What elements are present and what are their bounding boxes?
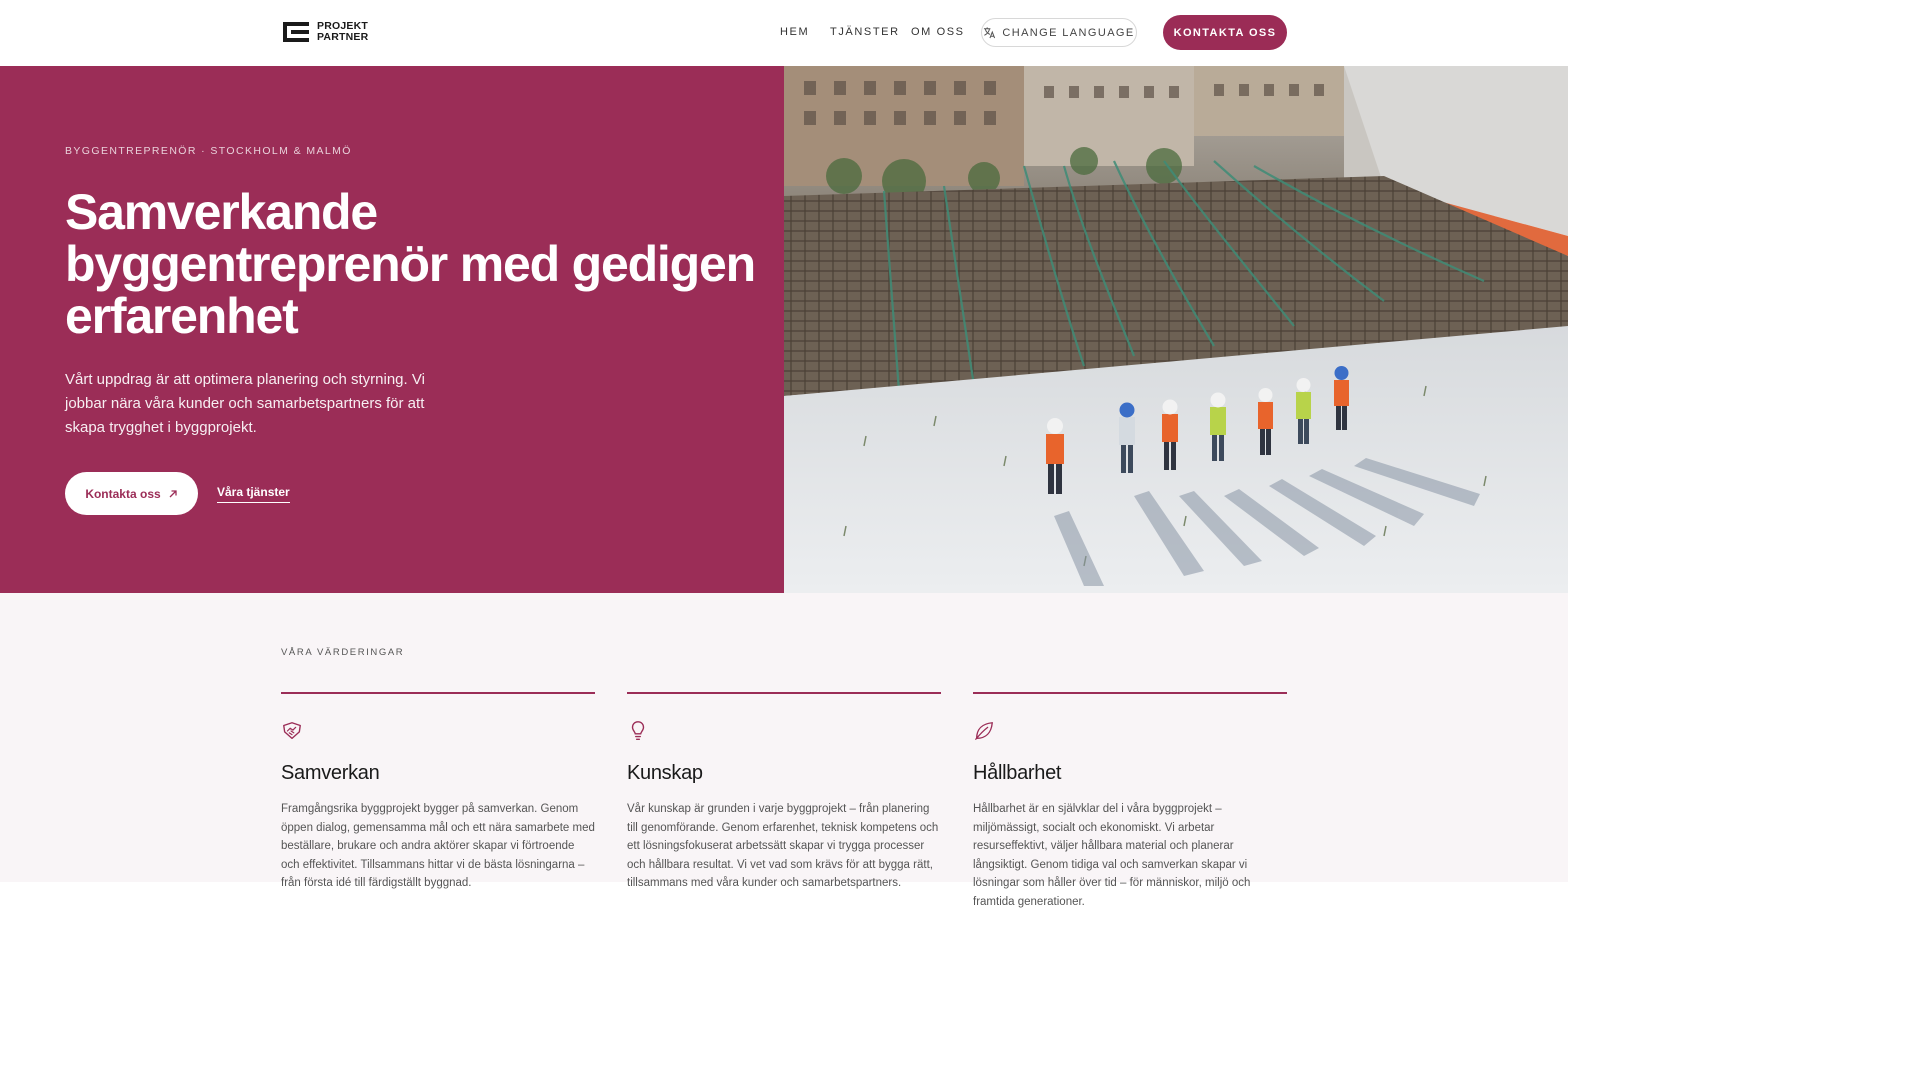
nav-link-om-oss[interactable]: OM OSS (911, 26, 965, 38)
values-section: VÅRA VÄRDERINGAR Samverkan Framgångsrika… (0, 593, 1568, 908)
hero-text: Vårt uppdrag är att optimera planering o… (65, 371, 425, 436)
value-card-kunskap: Kunskap Vår kunskap är grunden i varje b… (627, 692, 941, 889)
logo-mark-icon (283, 22, 309, 42)
nav-link-hem[interactable]: HEM (780, 26, 809, 38)
value-title: Samverkan (281, 762, 380, 784)
value-divider (281, 692, 595, 694)
translate-icon (984, 27, 996, 39)
services-link[interactable]: Våra tjänster (217, 485, 290, 503)
value-card-samverkan: Samverkan Framgångsrika byggprojekt bygg… (281, 692, 595, 889)
construction-site-photo (784, 66, 1568, 593)
value-text: Hållbarhet är en självklar del i våra by… (973, 803, 1251, 908)
logo[interactable]: PROJEKT PARTNER (281, 20, 368, 44)
hero-contact-button[interactable]: Kontakta oss (65, 472, 198, 515)
change-language-button[interactable]: CHANGE LANGUAGE (981, 18, 1137, 47)
value-text: Vår kunskap är grunden i varje byggproje… (627, 803, 939, 889)
hero-contact-label: Kontakta oss (85, 486, 161, 501)
value-divider (627, 692, 941, 694)
header-contact-label: KONTAKTA OSS (1173, 26, 1277, 39)
lightbulb-icon (631, 721, 645, 740)
change-language-label: CHANGE LANGUAGE (1002, 26, 1135, 39)
value-divider (973, 692, 1287, 694)
value-card-hallbarhet: Hållbarhet Hållbarhet är en självklar de… (973, 692, 1287, 908)
hero-eyebrow: BYGGENTREPRENÖR · STOCKHOLM & MALMÖ (65, 145, 352, 157)
values-eyebrow: VÅRA VÄRDERINGAR (281, 647, 405, 658)
site-header: PROJEKT PARTNER HEM TJÄNSTER OM OSS CHAN… (0, 0, 1568, 66)
leaf-icon (975, 722, 993, 740)
arrow-up-right-icon (169, 489, 177, 497)
nav-link-tjanster[interactable]: TJÄNSTER (830, 26, 900, 38)
handshake-icon (283, 722, 301, 740)
construction-site-illustration (784, 66, 1568, 593)
header-contact-button[interactable]: KONTAKTA OSS (1163, 15, 1287, 50)
hero-panel: BYGGENTREPRENÖR · STOCKHOLM & MALMÖ Samv… (0, 66, 784, 593)
value-title: Kunskap (627, 762, 703, 784)
value-text: Framgångsrika byggprojekt bygger på samv… (281, 803, 595, 889)
logo-line-2: PARTNER (317, 31, 369, 43)
value-title: Hållbarhet (973, 762, 1062, 784)
hero-title: Samverkande byggentreprenör med gedigen … (65, 184, 756, 344)
logo-text: PROJEKT PARTNER (317, 21, 368, 43)
